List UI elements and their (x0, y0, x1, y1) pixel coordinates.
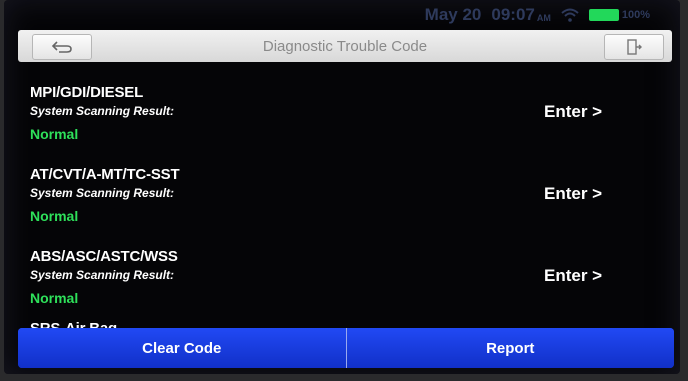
device-screen: May 20 09:07 AM 100% Diagnostic Trouble … (4, 0, 680, 374)
scan-status: Normal (30, 290, 79, 306)
battery-icon (588, 9, 619, 21)
status-date: May 20 (424, 5, 482, 24)
battery-percent: 100% (621, 9, 650, 21)
scan-status: Normal (30, 126, 79, 142)
system-name: MPI/GDI/DIESEL (30, 84, 144, 101)
back-arrow-icon (51, 41, 72, 53)
back-button[interactable] (32, 34, 92, 60)
scan-result-label: System Scanning Result: (30, 104, 175, 118)
report-button[interactable]: Report (346, 328, 674, 368)
status-time: 09:07 (491, 5, 535, 24)
footer-bar: Clear Code Report (18, 328, 674, 368)
list-item[interactable]: MPI/GDI/DIESEL System Scanning Result: N… (4, 76, 680, 154)
page-title: Diagnostic Trouble Code (262, 37, 428, 55)
enter-button[interactable]: Enter > (544, 266, 602, 286)
enter-button[interactable]: Enter > (544, 184, 602, 204)
scan-result-label: System Scanning Result: (30, 268, 175, 282)
title-bar: Diagnostic Trouble Code (18, 30, 672, 62)
scan-status: Normal (30, 208, 79, 224)
wifi-icon (561, 8, 579, 22)
exit-button[interactable] (604, 34, 664, 60)
exit-door-icon (627, 39, 642, 55)
system-name: AT/CVT/A-MT/TC-SST (30, 166, 180, 183)
enter-button[interactable]: Enter > (544, 102, 602, 122)
list-item[interactable]: AT/CVT/A-MT/TC-SST System Scanning Resul… (4, 158, 680, 236)
status-ampm: AM (536, 13, 551, 23)
list-item[interactable]: ABS/ASC/ASTC/WSS System Scanning Result:… (4, 240, 680, 318)
scan-result-label: System Scanning Result: (30, 186, 175, 200)
clear-code-button[interactable]: Clear Code (18, 328, 346, 368)
system-name: ABS/ASC/ASTC/WSS (30, 248, 178, 265)
battery-indicator: 100% (588, 9, 650, 21)
status-bar: May 20 09:07 AM 100% (425, 4, 650, 26)
